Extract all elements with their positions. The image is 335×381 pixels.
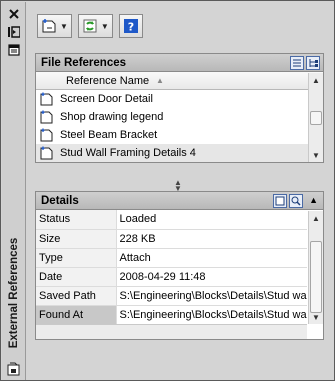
details-panel: Details ▲ Status Loaded Size 228 KB Type At… — [35, 191, 324, 340]
file-references-title: File References — [41, 56, 127, 69]
list-item-selected[interactable]: Stud Wall Framing Details 4 — [36, 144, 308, 162]
file-references-list: Screen Door Detail Shop drawing legend S… — [36, 90, 308, 162]
scroll-down-icon[interactable]: ▼ — [309, 310, 323, 324]
attach-dwg-button[interactable]: ▼ — [37, 14, 72, 38]
table-row-selected: Found At S:\Engineering\Blocks\Details\St… — [36, 305, 307, 325]
details-header: Details ▲ — [36, 192, 323, 210]
details-view-icon[interactable] — [273, 194, 287, 208]
file-reference-icon — [40, 92, 53, 106]
scroll-up-icon[interactable]: ▲ — [309, 73, 323, 87]
palette-content: ▼ ▼ ? File References Reference Name ▲ S… — [27, 2, 334, 380]
xref-palette-icon — [6, 360, 22, 376]
chevron-down-icon: ▼ — [60, 21, 68, 31]
scroll-up-icon[interactable]: ▲ — [309, 211, 323, 225]
list-item[interactable]: Screen Door Detail — [36, 90, 308, 108]
tree-view-icon[interactable] — [306, 56, 320, 70]
svg-text:?: ? — [128, 21, 134, 34]
details-scrollbar[interactable]: ▲ ▼ — [308, 211, 323, 324]
palette-side-bar: External References — [2, 2, 26, 380]
palette-title: External References — [8, 237, 20, 349]
help-button[interactable]: ? — [118, 14, 143, 38]
table-row: Size 228 KB — [36, 229, 307, 249]
table-row: Status Loaded — [36, 210, 307, 230]
close-icon[interactable] — [6, 6, 22, 22]
list-item[interactable]: Steel Beam Bracket — [36, 126, 308, 144]
file-reference-icon — [40, 146, 53, 160]
sort-ascending-icon: ▲ — [156, 76, 164, 85]
list-item[interactable]: Shop drawing legend — [36, 108, 308, 126]
file-reference-icon — [40, 110, 53, 124]
toolbar: ▼ ▼ ? — [37, 14, 143, 38]
file-references-scrollbar[interactable]: ▲ ▼ — [308, 73, 323, 162]
external-references-palette: External References ▼ ▼ ? File Reference… — [0, 0, 335, 381]
table-row: Type Attach — [36, 248, 307, 268]
file-reference-icon — [40, 128, 53, 142]
autohide-icon[interactable] — [6, 24, 22, 40]
file-references-header: File References — [36, 54, 323, 72]
attach-dwg-icon — [42, 19, 56, 33]
list-view-icon[interactable] — [290, 56, 304, 70]
chevron-down-icon: ▼ — [100, 21, 109, 31]
details-hscrollbar[interactable] — [36, 324, 307, 339]
help-icon: ? — [123, 19, 138, 34]
scroll-down-icon[interactable]: ▼ — [309, 148, 323, 162]
scroll-thumb[interactable] — [310, 241, 322, 313]
table-row: Date 2008-04-29 11:48 — [36, 267, 307, 287]
properties-icon[interactable] — [6, 42, 22, 58]
reference-name-column-header[interactable]: Reference Name ▲ — [36, 72, 323, 90]
details-table: Status Loaded Size 228 KB Type Attach Date 2… — [36, 210, 307, 325]
refresh-button[interactable]: ▼ — [77, 14, 113, 38]
collapse-up-icon[interactable]: ▲ — [309, 195, 318, 205]
preview-icon[interactable] — [289, 194, 303, 208]
refresh-icon — [83, 19, 97, 33]
scroll-thumb[interactable] — [310, 111, 322, 125]
table-row: Saved Path S:\Engineering\Blocks\Details\… — [36, 286, 307, 306]
file-references-panel: File References Reference Name ▲ Screen … — [35, 53, 324, 163]
details-title: Details — [41, 194, 79, 207]
